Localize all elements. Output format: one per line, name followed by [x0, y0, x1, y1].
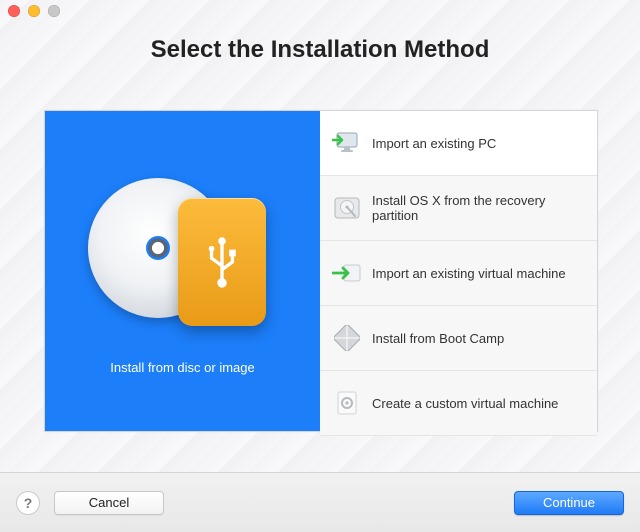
titlebar	[0, 0, 640, 22]
options-list: Import an existing PC Install OS X from …	[320, 111, 597, 431]
page-title: Select the Installation Method	[0, 36, 640, 64]
window-controls	[8, 5, 60, 17]
preview-pane: Install from disc or image	[45, 111, 320, 431]
option-boot-camp[interactable]: Install from Boot Camp	[320, 306, 597, 371]
cancel-button[interactable]: Cancel	[54, 491, 164, 515]
import-arrow-icon	[332, 260, 362, 286]
option-label: Import an existing PC	[372, 136, 496, 151]
close-icon[interactable]	[8, 5, 20, 17]
installation-method-panel: Install from disc or image Import an exi…	[44, 110, 598, 432]
zoom-icon	[48, 5, 60, 17]
hdd-icon	[332, 195, 362, 221]
option-label: Install OS X from the recovery partition	[372, 193, 585, 223]
option-label: Install from Boot Camp	[372, 331, 504, 346]
minimize-icon[interactable]	[28, 5, 40, 17]
gear-page-icon	[332, 390, 362, 416]
bootcamp-icon	[332, 325, 362, 351]
usb-icon	[202, 232, 242, 292]
disc-image-icon	[88, 168, 278, 338]
option-recovery-partition[interactable]: Install OS X from the recovery partition	[320, 176, 597, 241]
footer: ? Cancel Continue	[0, 472, 640, 532]
help-button[interactable]: ?	[16, 491, 40, 515]
option-label: Import an existing virtual machine	[372, 266, 566, 281]
option-import-pc[interactable]: Import an existing PC	[320, 111, 597, 176]
continue-button[interactable]: Continue	[514, 491, 624, 515]
monitor-import-icon	[332, 130, 362, 156]
option-import-vm[interactable]: Import an existing virtual machine	[320, 241, 597, 306]
preview-label: Install from disc or image	[110, 360, 255, 375]
option-custom-vm[interactable]: Create a custom virtual machine	[320, 371, 597, 436]
option-label: Create a custom virtual machine	[372, 396, 558, 411]
